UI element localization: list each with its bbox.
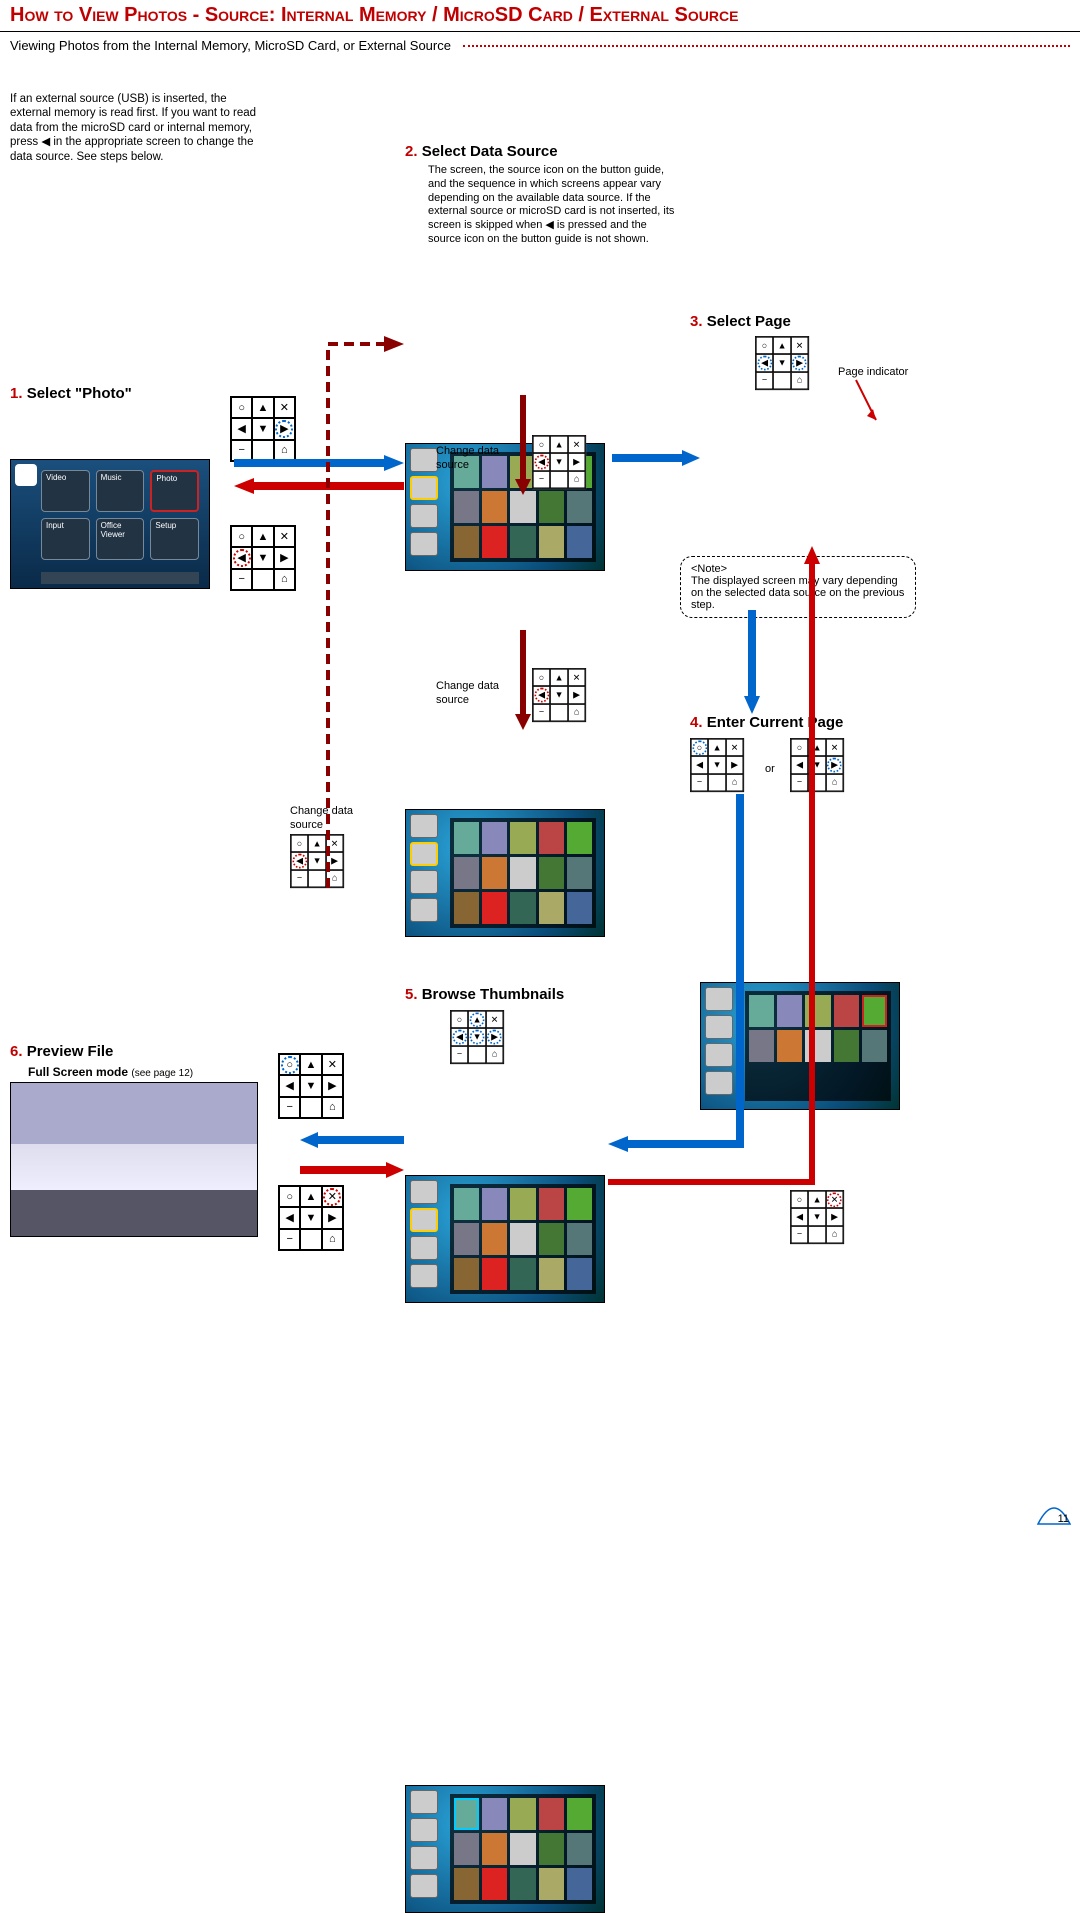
step3-title: Select Page bbox=[707, 313, 791, 330]
dotted-leader bbox=[463, 45, 1070, 47]
subtitle: Viewing Photos from the Internal Memory,… bbox=[10, 38, 451, 53]
step6-title: Preview File bbox=[27, 1043, 114, 1060]
remote-step2a: ○▲✕ ◀▼▶ −⌂ bbox=[532, 435, 586, 489]
divider bbox=[0, 31, 1080, 32]
side-icon-selected bbox=[410, 476, 438, 500]
step2-title: Select Data Source bbox=[422, 143, 558, 160]
thumbnail-grid bbox=[450, 818, 596, 928]
step5-title: Browse Thumbnails bbox=[422, 986, 565, 1003]
menu-office: Office Viewer bbox=[96, 518, 145, 560]
side-icon bbox=[410, 1874, 438, 1898]
remote-step1-left: ○▲✕ ◀▼▶ −⌂ bbox=[230, 525, 296, 591]
step2-num: 2. bbox=[405, 143, 418, 160]
menu-hint-bar bbox=[41, 572, 199, 584]
arrow-5to6 bbox=[300, 1162, 404, 1178]
side-icon bbox=[410, 504, 438, 528]
menu-photo: Photo bbox=[150, 470, 199, 512]
side-icon bbox=[410, 1790, 438, 1814]
side-icon bbox=[410, 448, 438, 472]
remote-step6-o: ○▲✕ ◀▼▶ −⌂ bbox=[278, 1053, 344, 1119]
step5-heading: 5. Browse Thumbnails bbox=[405, 986, 564, 1003]
arrow-2to3 bbox=[612, 450, 700, 466]
step6-sub: Full Screen mode (see page 12) bbox=[28, 1065, 193, 1079]
step6-num: 6. bbox=[10, 1043, 23, 1060]
arrow-changesrc-to1 bbox=[324, 332, 406, 888]
step5-num: 5. bbox=[405, 986, 418, 1003]
remote-step3: ○▲✕ ◀▼▶ −⌂ bbox=[755, 336, 809, 390]
thumbnail-grid bbox=[450, 1794, 596, 1904]
menu-input: Input bbox=[41, 518, 90, 560]
step2-body: The screen, the source icon on the butto… bbox=[428, 164, 682, 247]
arrow-2a-2b bbox=[515, 395, 531, 495]
thumbnail-grid bbox=[450, 1184, 596, 1294]
page-indicator-arrow bbox=[832, 376, 882, 426]
step3-num: 3. bbox=[690, 313, 703, 330]
remote-step5-x: ○▲✕ ◀▼▶ −⌂ bbox=[790, 1190, 844, 1244]
step3-heading: 3. Select Page bbox=[690, 313, 791, 330]
side-icon bbox=[410, 1236, 438, 1260]
step1-heading: 1. Select "Photo" bbox=[10, 385, 132, 402]
side-icon bbox=[410, 870, 438, 894]
step1-num: 1. bbox=[10, 385, 23, 402]
step2-heading: 2. Select Data Source bbox=[405, 143, 558, 160]
step1-screenshot: Video Music Photo Input Office Viewer Se… bbox=[10, 459, 210, 589]
remote-step2b: ○▲✕ ◀▼▶ −⌂ bbox=[532, 668, 586, 722]
remote-step6-x: ○▲✕ ◀▼▶ −⌂ bbox=[278, 1185, 344, 1251]
step6-heading: 6. Preview File bbox=[10, 1043, 113, 1060]
side-icon-selected bbox=[410, 842, 438, 866]
menu-setup: Setup bbox=[150, 518, 199, 560]
side-icon bbox=[410, 532, 438, 556]
page-number: 11 bbox=[1036, 1490, 1072, 1526]
step6-sub-ref: (see page 12) bbox=[131, 1068, 193, 1079]
intro-note: If an external source (USB) is inserted,… bbox=[10, 92, 270, 164]
menu-video: Video bbox=[41, 470, 90, 512]
side-icon bbox=[410, 814, 438, 838]
step6-preview-image bbox=[10, 1082, 258, 1237]
step1-title: Select "Photo" bbox=[27, 385, 132, 402]
remote-step5: ○▲✕ ◀▼▶ −⌂ bbox=[450, 1010, 504, 1064]
arrow-6to5 bbox=[300, 1132, 404, 1148]
menu-music: Music bbox=[96, 470, 145, 512]
side-icon bbox=[410, 898, 438, 922]
step5-screen bbox=[405, 1785, 605, 1913]
side-icon bbox=[410, 1264, 438, 1288]
side-icon bbox=[410, 1818, 438, 1842]
arrow-2b-2c bbox=[515, 630, 531, 730]
step6-sub-bold: Full Screen mode bbox=[28, 1065, 128, 1079]
step2-screen-b bbox=[405, 809, 605, 937]
page-title: How to View Photos - Source: Internal Me… bbox=[10, 4, 1070, 27]
arrow-5to3 bbox=[608, 546, 820, 1190]
logo-icon bbox=[15, 464, 37, 486]
side-icon-selected bbox=[410, 1208, 438, 1232]
change-src-a: Change data source bbox=[436, 445, 506, 473]
side-icon bbox=[410, 1846, 438, 1870]
page-number-text: 11 bbox=[1058, 1513, 1069, 1525]
step2-screen-c bbox=[405, 1175, 605, 1303]
side-icon bbox=[410, 1180, 438, 1204]
change-src-b: Change data source bbox=[436, 680, 506, 708]
remote-step1-right: ○▲✕ ◀▼▶ −⌂ bbox=[230, 396, 296, 462]
